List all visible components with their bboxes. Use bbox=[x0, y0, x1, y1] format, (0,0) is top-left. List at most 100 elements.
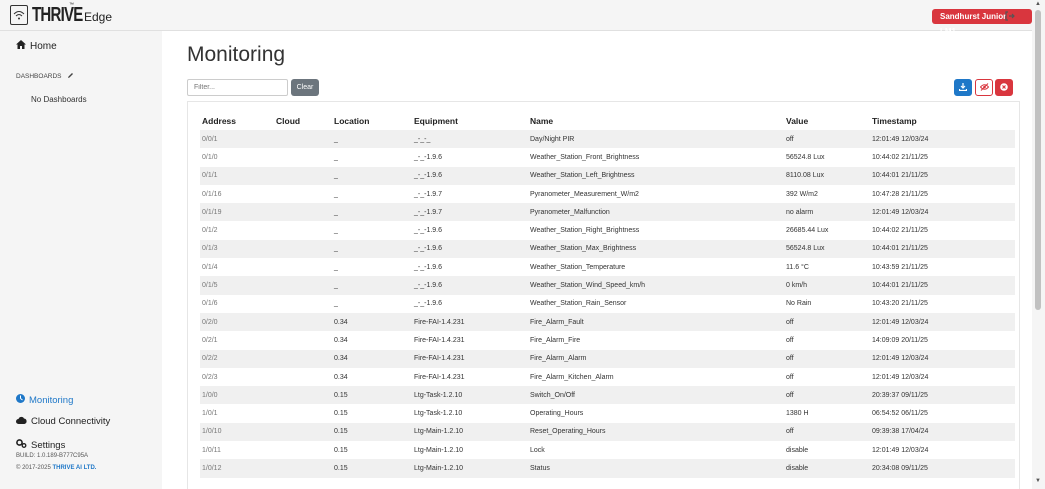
column-header-location[interactable]: Location bbox=[334, 112, 414, 130]
table-row[interactable]: 0/1/6 _ _-_-1.9.6 Weather_Station_Rain_Sens… bbox=[200, 295, 1015, 313]
table-row[interactable]: 0/2/1 0.34 Fire-FAI-1.4.231 Fire_Alarm_Fire… bbox=[200, 331, 1015, 349]
cell-address: 1/0/11 bbox=[202, 446, 221, 454]
cell-value: off bbox=[786, 386, 872, 405]
cell-equipment: _-_-1.9.6 bbox=[414, 263, 443, 271]
cell-address: 0/1/16 bbox=[202, 190, 222, 198]
page-scrollbar[interactable]: ▲ ▼ bbox=[1032, 0, 1045, 489]
table-row[interactable]: 0/1/0 _ _-_-1.9.6 Weather_Station_Front_Bri… bbox=[200, 148, 1015, 166]
cell-cloud bbox=[276, 422, 334, 442]
cell-address: 0/1/5 bbox=[200, 276, 276, 295]
clear-button[interactable]: Clear bbox=[291, 79, 319, 96]
table-row[interactable]: 0/1/5 _ _-_-1.9.6 Weather_Station_Wind_Spee… bbox=[200, 276, 1015, 295]
cell-name: Switch_On/Off bbox=[530, 386, 786, 405]
cell-address: 0/1/6 bbox=[202, 300, 218, 308]
table-row[interactable]: 0/1/3 _ _-_-1.9.6 Weather_Station_Max_Brigh… bbox=[200, 239, 1015, 259]
cell-name: Day/Night PIR bbox=[530, 130, 786, 149]
cell-cloud bbox=[276, 276, 334, 295]
cell-cloud bbox=[276, 166, 334, 185]
cell-address: 1/0/0 bbox=[200, 386, 276, 405]
table-row[interactable]: 0/1/2 _ _-_-1.9.6 Weather_Station_Right_Bri… bbox=[200, 221, 1015, 239]
dashboards-heading: DASHBOARDS bbox=[16, 72, 74, 81]
cell-timestamp: 12:01:49 12/03/24 bbox=[872, 203, 1015, 222]
nav-settings[interactable]: Settings bbox=[16, 439, 65, 451]
table-row[interactable]: 0/2/0 0.34 Fire-FAI-1.4.231 Fire_Alarm_Faul… bbox=[200, 312, 1015, 332]
cell-name: Status bbox=[530, 459, 786, 478]
site-badge[interactable]: Sandhurst Junior LM1 bbox=[932, 9, 1032, 36]
table-header-row: Address Cloud Location Equipment Name Va… bbox=[200, 112, 1015, 130]
nav-monitoring[interactable]: Monitoring bbox=[16, 394, 73, 406]
cell-timestamp: 10:44:01 21/11/25 bbox=[872, 166, 1015, 185]
copyright-text: © 2017-2025 bbox=[16, 465, 53, 471]
nav-home[interactable]: Home bbox=[16, 40, 57, 52]
hide-button[interactable] bbox=[975, 79, 993, 96]
column-header-value[interactable]: Value bbox=[786, 112, 872, 130]
table-row[interactable]: 1/0/10 0.15 Ltg-Main-1.2.10 Reset_Operating… bbox=[200, 422, 1015, 442]
table-row[interactable]: 0/1/1 _ _-_-1.9.6 Weather_Station_Left_Brig… bbox=[200, 166, 1015, 185]
cell-timestamp: 10:43:59 21/11/25 bbox=[872, 263, 928, 271]
edit-icon[interactable] bbox=[67, 72, 74, 81]
cell-name: Weather_Station_Rain_Sensor bbox=[530, 300, 627, 308]
cell-location: _ bbox=[334, 239, 414, 259]
cell-name: Pyranometer_Malfunction bbox=[530, 203, 786, 222]
cell-timestamp: 12:01:49 12/03/24 bbox=[872, 312, 1015, 332]
cell-value: 392 W/m2 bbox=[786, 190, 818, 198]
cell-value: 8110.08 Lux bbox=[786, 166, 872, 185]
cell-equipment: Ltg-Task-1.2.10 bbox=[414, 410, 463, 418]
download-button[interactable] bbox=[954, 79, 972, 96]
cell-cloud bbox=[276, 295, 334, 313]
cell-location: _ bbox=[334, 276, 414, 295]
table-row[interactable]: 1/0/11 0.15 Ltg-Main-1.2.10 Lock disable 12:0… bbox=[200, 441, 1015, 459]
scroll-down-arrow-icon[interactable]: ▼ bbox=[1035, 478, 1041, 484]
delete-button[interactable] bbox=[995, 79, 1013, 96]
cell-location: 0.34 bbox=[334, 373, 348, 381]
brand-name: THRIVE bbox=[32, 4, 83, 26]
logout-icon[interactable] bbox=[1004, 10, 1016, 22]
cell-timestamp: 06:54:52 06/11/25 bbox=[872, 410, 928, 418]
column-header-address[interactable]: Address bbox=[200, 112, 276, 130]
cell-value: off bbox=[786, 373, 794, 381]
table-row[interactable]: 1/0/12 0.15 Ltg-Main-1.2.10 Status disable 20… bbox=[200, 459, 1015, 478]
cell-address: 0/0/1 bbox=[200, 130, 276, 149]
cell-timestamp: 12:01:49 12/03/24 bbox=[872, 446, 929, 454]
table-row[interactable]: 0/1/16 _ _-_-1.9.7 Pyranometer_Measurement_… bbox=[200, 185, 1015, 203]
table-row[interactable]: 0/2/2 0.34 Fire-FAI-1.4.231 Fire_Alarm_Alar… bbox=[200, 349, 1015, 368]
cell-name: Fire_Alarm_Fire bbox=[530, 336, 581, 344]
table-row[interactable]: 0/0/1 _ _-_-_ Day/Night PIR off 12:01:49 12/0… bbox=[200, 130, 1015, 149]
cell-cloud bbox=[276, 258, 334, 276]
app-name: Edge bbox=[84, 10, 113, 24]
scrollbar-thumb[interactable] bbox=[1035, 10, 1041, 310]
cell-timestamp: 12:01:49 12/03/24 bbox=[872, 373, 929, 381]
scroll-up-arrow-icon[interactable]: ▲ bbox=[1035, 1, 1041, 7]
nav-cloud-connectivity[interactable]: Cloud Connectivity bbox=[16, 416, 110, 427]
no-dashboards-text: No Dashboards bbox=[31, 95, 87, 104]
cell-timestamp: 09:39:38 17/04/24 bbox=[872, 422, 1015, 442]
monitoring-table: Address Cloud Location Equipment Name Va… bbox=[200, 112, 1015, 478]
table-row[interactable]: 1/0/0 0.15 Ltg-Task-1.2.10 Switch_On/Off off… bbox=[200, 386, 1015, 405]
cell-name: Fire_Alarm_Kitchen_Alarm bbox=[530, 373, 614, 381]
cell-cloud bbox=[276, 386, 334, 405]
table-row[interactable]: 1/0/1 0.15 Ltg-Task-1.2.10 Operating_Hours 1… bbox=[200, 404, 1015, 422]
monitoring-table-container: Address Cloud Location Equipment Name Va… bbox=[187, 101, 1020, 489]
cell-address: 0/1/4 bbox=[202, 263, 218, 271]
column-header-equipment[interactable]: Equipment bbox=[414, 112, 530, 130]
cell-timestamp: 10:47:28 21/11/25 bbox=[872, 190, 928, 198]
company-link[interactable]: THRIVE AI LTD. bbox=[52, 465, 96, 471]
cell-address: 1/0/12 bbox=[200, 459, 276, 478]
cell-address: 1/0/10 bbox=[200, 422, 276, 442]
table-row[interactable]: 0/1/4 _ _-_-1.9.6 Weather_Station_Temperatu… bbox=[200, 258, 1015, 276]
column-header-timestamp[interactable]: Timestamp bbox=[872, 112, 1015, 130]
cell-address: 0/1/3 bbox=[200, 239, 276, 259]
filter-input[interactable] bbox=[187, 79, 288, 96]
table-row[interactable]: 0/1/19 _ _-_-1.9.7 Pyranometer_Malfunction n… bbox=[200, 203, 1015, 222]
cell-equipment: Fire-FAI-1.4.231 bbox=[414, 349, 530, 368]
cell-location: 0.15 bbox=[334, 410, 348, 418]
cell-location: _ bbox=[334, 153, 338, 161]
column-header-cloud[interactable]: Cloud bbox=[276, 112, 334, 130]
table-row[interactable]: 0/2/3 0.34 Fire-FAI-1.4.231 Fire_Alarm_Kitc… bbox=[200, 368, 1015, 386]
cell-cloud bbox=[276, 349, 334, 368]
column-header-name[interactable]: Name bbox=[530, 112, 786, 130]
cell-cloud bbox=[276, 459, 334, 478]
cell-address: 0/1/19 bbox=[200, 203, 276, 222]
cell-timestamp: 20:39:37 09/11/25 bbox=[872, 386, 1015, 405]
eye-slash-icon bbox=[979, 82, 989, 93]
